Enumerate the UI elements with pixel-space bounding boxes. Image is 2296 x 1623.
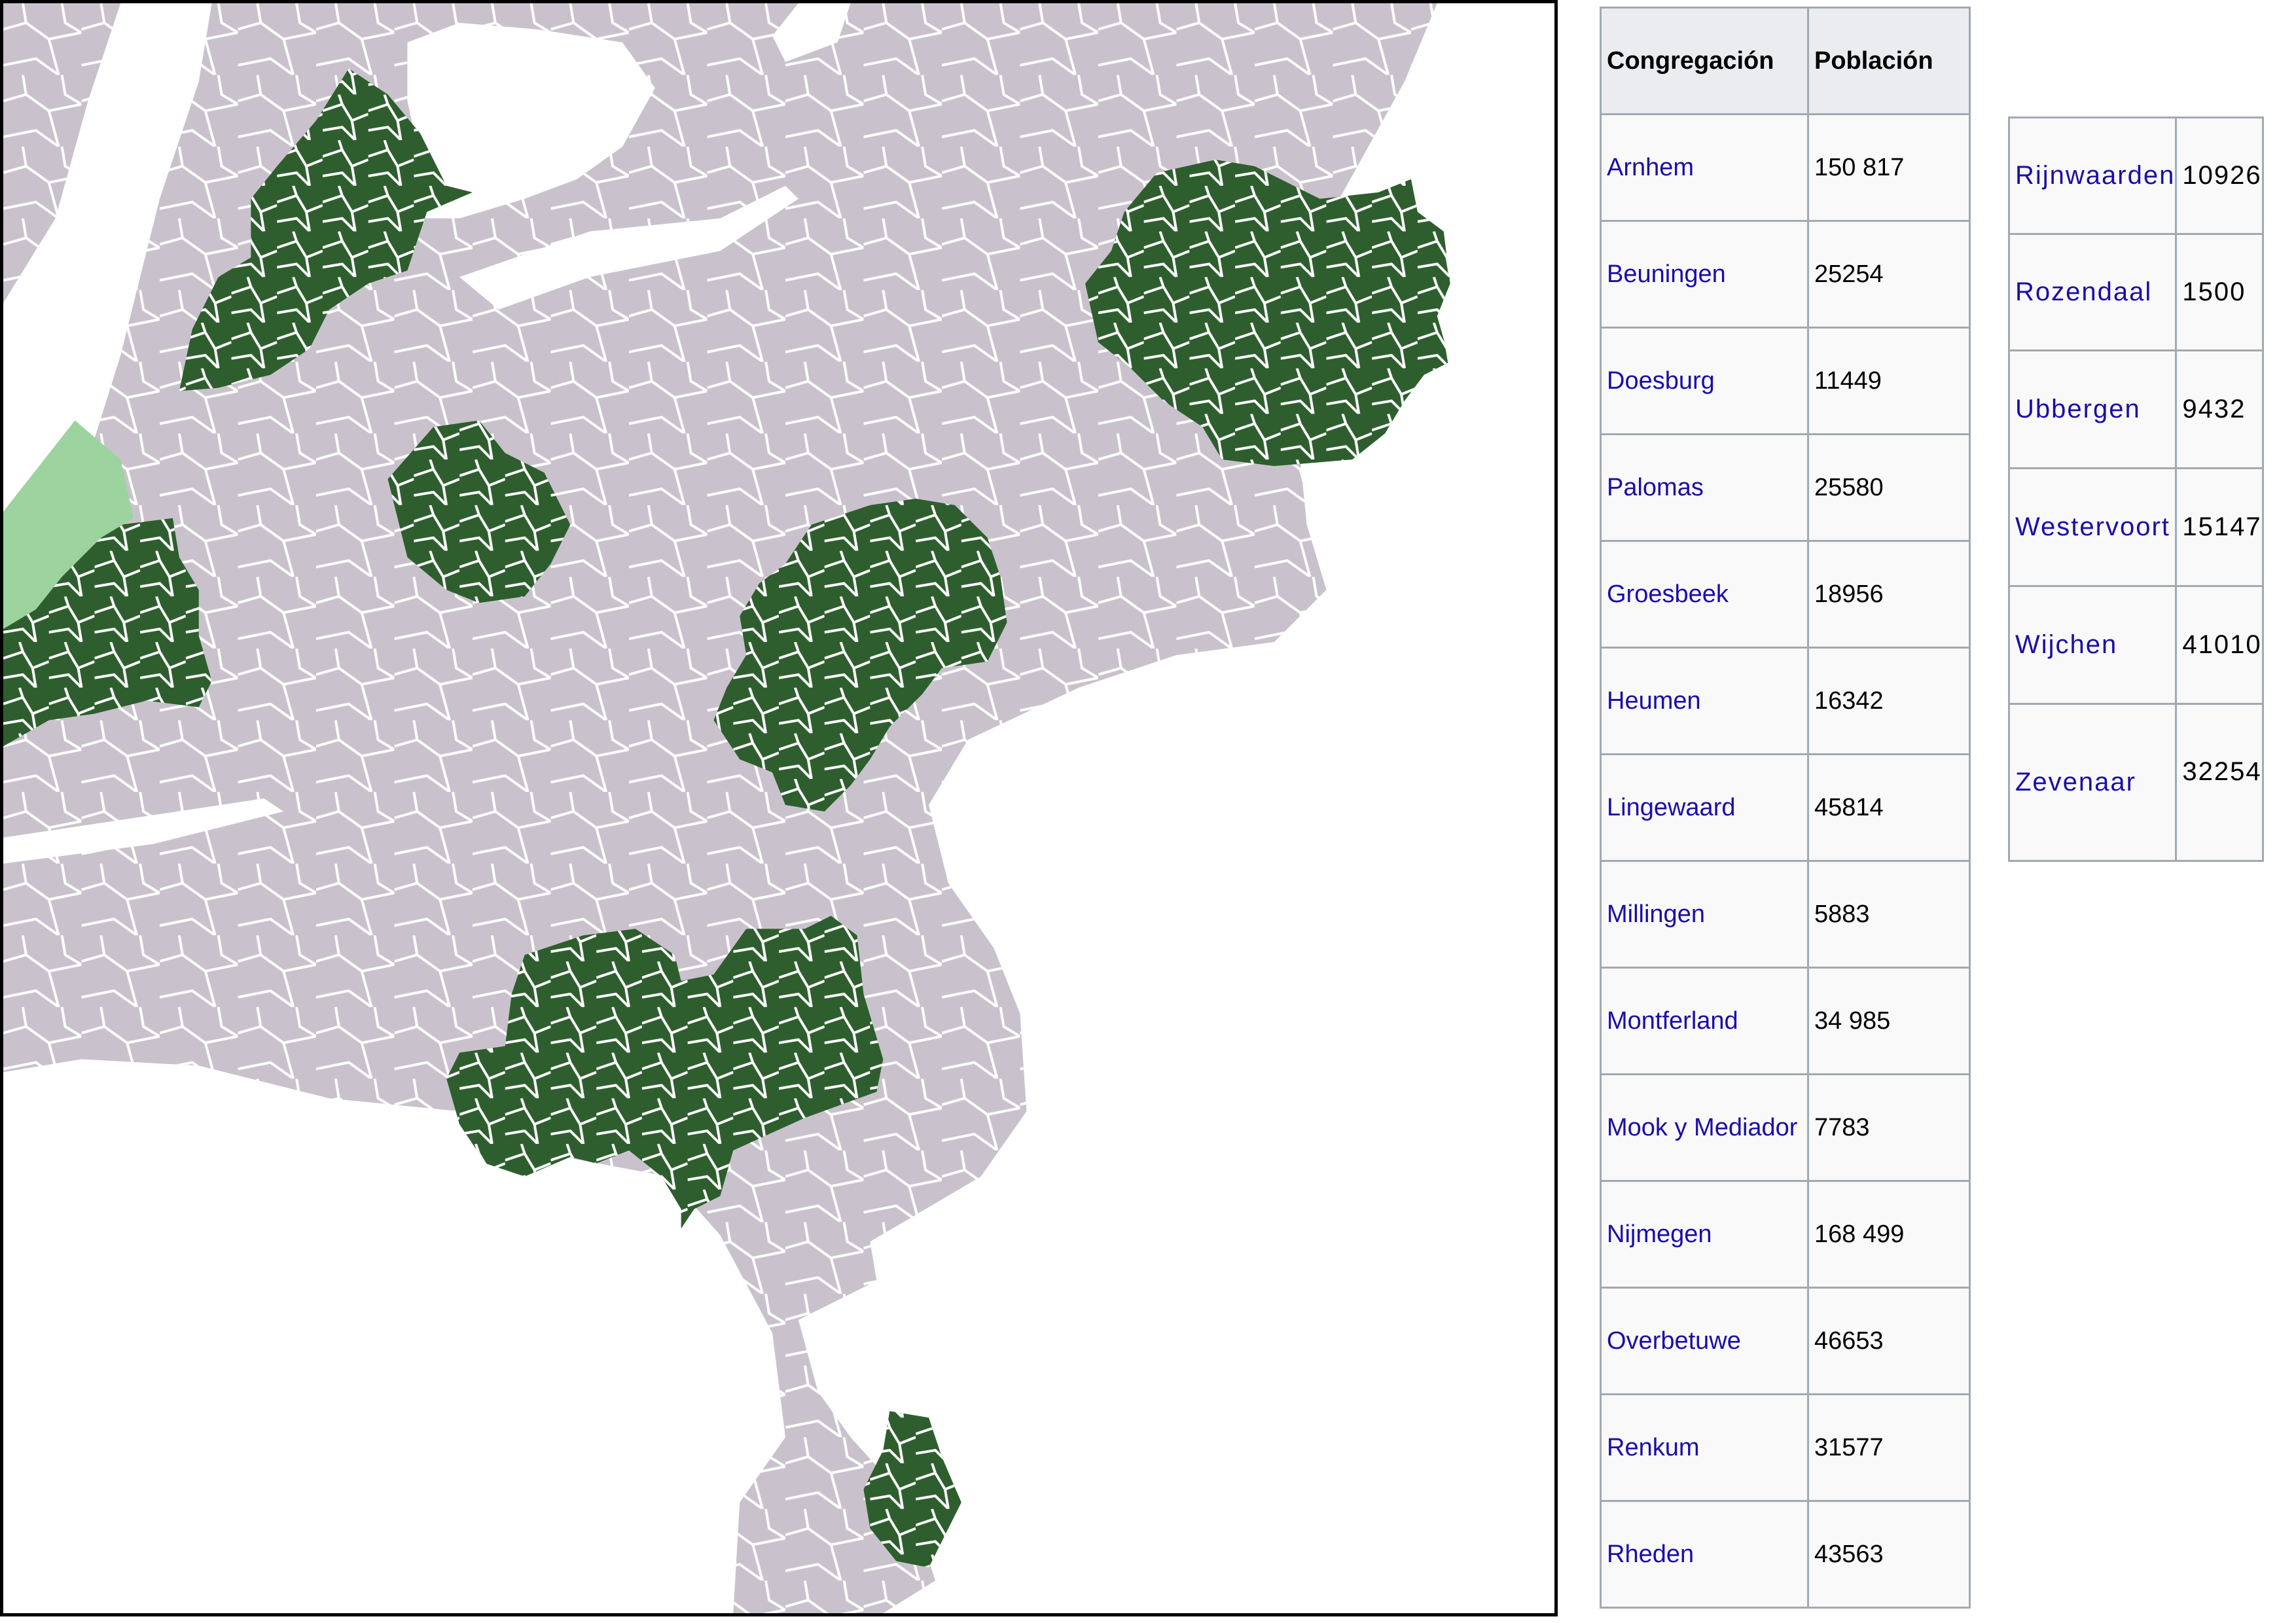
municipality-link[interactable]: Rheden: [1607, 1541, 1694, 1568]
population-cell: 25580: [1807, 433, 1971, 542]
table-row: Arnhem 150 817: [1600, 113, 1971, 222]
municipality-link[interactable]: Mook y Mediador: [1607, 1114, 1797, 1141]
header-congregacion: Congregación: [1600, 7, 1809, 115]
table-row: Mook y Mediador 7783: [1600, 1073, 1971, 1182]
population-cell: 150 817: [1807, 113, 1971, 222]
table-row: Zevenaar 32254: [2007, 703, 2265, 862]
municipality-link[interactable]: Lingewaard: [1607, 794, 1735, 821]
municipality-link[interactable]: Groesbeek: [1607, 580, 1729, 608]
municipality-link[interactable]: Rozendaal: [2015, 277, 2152, 306]
table-row: Rozendaal 1500: [2007, 233, 2265, 351]
table-row: Doesburg 11449: [1600, 327, 1971, 435]
municipality-link[interactable]: Nijmegen: [1607, 1221, 1712, 1248]
population-cell: 45814: [1807, 753, 1971, 862]
table-row: Ubbergen 9432: [2007, 349, 2265, 469]
population-cell: 31577: [1807, 1393, 1971, 1502]
municipality-link[interactable]: Renkum: [1607, 1434, 1700, 1461]
municipality-link[interactable]: Arnhem: [1607, 154, 1694, 181]
municipality-link[interactable]: Doesburg: [1607, 367, 1715, 395]
population-cell: 18956: [1807, 540, 1971, 649]
table-row: Beuningen 25254: [1600, 220, 1971, 329]
table-row: Overbetuwe 46653: [1600, 1287, 1971, 1395]
population-cell: 46653: [1807, 1287, 1971, 1395]
population-cell: 5883: [1807, 860, 1971, 969]
municipality-link[interactable]: Millingen: [1607, 901, 1705, 928]
population-cell: 9432: [2175, 349, 2265, 469]
municipality-link[interactable]: Westervoort: [2015, 512, 2170, 541]
municipality-link[interactable]: Ubbergen: [2015, 395, 2141, 423]
table-row: Palomas 25580: [1600, 433, 1971, 542]
population-cell: 41010: [2175, 585, 2265, 705]
population-cell: 34 985: [1807, 967, 1971, 1075]
table-row: Nijmegen 168 499: [1600, 1180, 1971, 1289]
population-cell: 1500: [2175, 233, 2265, 351]
municipality-map: [3, 3, 1450, 1613]
table-row: Groesbeek 18956: [1600, 540, 1971, 649]
table-row: Montferland 34 985: [1600, 967, 1971, 1075]
population-cell: 15147: [2175, 467, 2265, 587]
municipality-link[interactable]: Wijchen: [2015, 630, 2117, 659]
table-row: Renkum 31577: [1600, 1393, 1971, 1502]
municipality-link[interactable]: Overbetuwe: [1607, 1327, 1741, 1355]
municipality-link[interactable]: Rijnwaarden: [2015, 161, 2175, 190]
population-cell: 43563: [1807, 1500, 1971, 1609]
population-cell: 10926: [2175, 116, 2265, 235]
municipality-link[interactable]: Montferland: [1607, 1007, 1738, 1035]
table-row: Lingewaard 45814: [1600, 753, 1971, 862]
table-header-row: Congregación Población: [1600, 7, 1971, 115]
map-frame: [0, 0, 1558, 1616]
municipality-link[interactable]: Beuningen: [1607, 260, 1726, 288]
table-row: Rijnwaarden 10926: [2007, 116, 2265, 235]
table-row: Millingen 5883: [1600, 860, 1971, 969]
population-cell: 11449: [1807, 327, 1971, 435]
population-cell: 7783: [1807, 1073, 1971, 1182]
population-cell: 16342: [1807, 647, 1971, 755]
municipality-link[interactable]: Zevenaar: [2015, 768, 2136, 796]
population-cell: 168 499: [1807, 1180, 1971, 1289]
table-row: Wijchen 41010: [2007, 585, 2265, 705]
population-table-side: Rijnwaarden 10926 Rozendaal 1500 Ubberge…: [2007, 116, 2265, 862]
population-cell: 25254: [1807, 220, 1971, 329]
population-table-main: Congregación Población Arnhem 150 817 Be…: [1600, 7, 1971, 1609]
table-row: Westervoort 15147: [2007, 467, 2265, 587]
table-row: Heumen 16342: [1600, 647, 1971, 755]
population-cell: 32254: [2175, 703, 2265, 862]
table-row: Rheden 43563: [1600, 1500, 1971, 1609]
header-poblacion: Población: [1807, 7, 1971, 115]
municipality-link[interactable]: Heumen: [1607, 687, 1701, 715]
municipality-link[interactable]: Palomas: [1607, 474, 1704, 501]
